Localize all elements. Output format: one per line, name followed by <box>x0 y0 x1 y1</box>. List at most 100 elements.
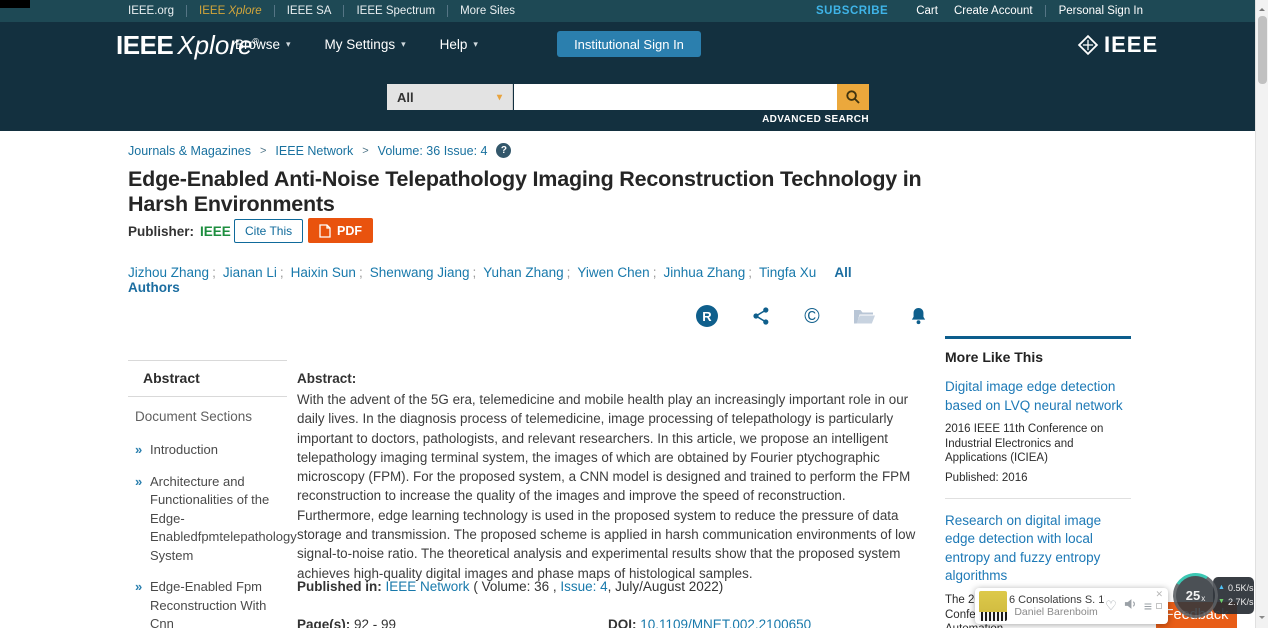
subscribe-link[interactable]: SUBSCRIBE <box>816 5 888 17</box>
link-ieee-sa[interactable]: IEEE SA <box>274 5 344 17</box>
section-link-introduction[interactable]: »Introduction <box>135 441 287 460</box>
upload-speed: 0.5K/s <box>1228 581 1254 595</box>
copyright-icon[interactable]: © <box>804 306 819 327</box>
nav-help[interactable]: Help▾ <box>440 37 478 52</box>
published-in-label: Published in: <box>297 579 382 594</box>
author-separator: ; <box>567 265 571 280</box>
author-link[interactable]: Jinhua Zhang <box>663 265 745 280</box>
author-link[interactable]: Jizhou Zhang <box>128 265 209 280</box>
player-controls: ♡ ≡ <box>1105 597 1152 615</box>
breadcrumb-volume-issue[interactable]: Volume: 36 Issue: 4 <box>378 144 488 158</box>
breadcrumb-separator: > <box>260 145 266 157</box>
search-icon <box>845 89 861 105</box>
page-scrollbar[interactable] <box>1255 0 1268 628</box>
section-link-reconstruction[interactable]: » Edge-Enabled Fpm Reconstruction With Cn… <box>135 578 287 628</box>
cart-link[interactable]: Cart <box>916 5 938 17</box>
progress-ring-value: 25x <box>1176 576 1215 615</box>
author-separator: ; <box>212 265 216 280</box>
search-scope-value: All <box>397 90 414 105</box>
music-player-widget[interactable]: 6 Consolations S. 172 Daniel Barenboim ♡… <box>975 588 1168 624</box>
publisher-label: Publisher: <box>128 224 194 239</box>
speaker-icon[interactable] <box>1124 597 1137 615</box>
section-list: »Introduction »Architecture and Function… <box>135 441 287 628</box>
advanced-search-link[interactable]: ADVANCED SEARCH <box>637 114 869 125</box>
cite-this-button[interactable]: Cite This <box>234 219 303 243</box>
pdf-button[interactable]: PDF <box>308 218 373 243</box>
author-link[interactable]: Yuhan Zhang <box>483 265 563 280</box>
site-links: IEEE.org IEEE Xplore IEEE SA IEEE Spectr… <box>116 0 527 22</box>
share-icon[interactable] <box>751 306 771 326</box>
download-speed: 2.7K/s <box>1228 595 1254 609</box>
institutional-sign-in-button[interactable]: Institutional Sign In <box>557 31 701 57</box>
playlist-icon[interactable]: ≡ <box>1144 598 1152 614</box>
link-ieee-xplore[interactable]: IEEE Xplore <box>186 5 274 17</box>
personal-sign-in-link[interactable]: Personal Sign In <box>1045 5 1143 17</box>
more-like-this-panel: More Like This Digital image edge detect… <box>945 336 1131 628</box>
related-title-link[interactable]: Research on digital image edge detection… <box>945 512 1131 586</box>
ieee-brand-logo[interactable]: IEEE <box>1076 32 1158 58</box>
search-button[interactable] <box>837 84 869 110</box>
album-art <box>979 591 1007 621</box>
search-input[interactable] <box>514 84 837 110</box>
ieee-xplore-document-page: IEEE.org IEEE Xplore IEEE SA IEEE Spectr… <box>0 0 1268 628</box>
scrollbar-down-arrow[interactable] <box>1256 612 1268 622</box>
pages-row: Page(s): 92 - 99 <box>297 617 396 628</box>
link-ieee-org[interactable]: IEEE.org <box>116 5 186 17</box>
close-icon[interactable]: ✕ <box>1155 589 1163 600</box>
corner-notch <box>0 0 30 8</box>
nav-my-settings[interactable]: My Settings▾ <box>325 37 406 52</box>
issue-link[interactable]: Issue: 4 <box>560 579 607 594</box>
chevron-down-icon: ▾ <box>401 39 406 50</box>
alerts-bell-icon[interactable] <box>909 306 928 327</box>
pages-value: 92 - 99 <box>354 617 396 628</box>
related-published: Published: 2016 <box>945 472 1131 484</box>
published-in-row: Published in: IEEE Network ( Volume: 36 … <box>297 579 723 594</box>
tab-abstract[interactable]: Abstract <box>128 360 287 397</box>
chevron-down-icon: ▾ <box>286 39 291 50</box>
popout-icon[interactable] <box>1156 603 1162 609</box>
doi-link[interactable]: 10.1109/MNET.002.2100650 <box>640 617 811 628</box>
breadcrumb-journals[interactable]: Journals & Magazines <box>128 144 251 158</box>
publisher-name[interactable]: IEEE <box>200 224 231 239</box>
author-link[interactable]: Tingfa Xu <box>759 265 816 280</box>
volume-text: ( Volume: 36 , <box>473 579 556 594</box>
nav-browse[interactable]: Browse▾ <box>235 37 291 52</box>
search-scope-dropdown[interactable]: All ▾ <box>387 84 513 110</box>
xplore-italic-text: Xplore <box>228 5 261 17</box>
author-link[interactable]: Jianan Li <box>223 265 277 280</box>
favorite-heart-icon[interactable]: ♡ <box>1105 598 1117 614</box>
section-label: Edge-Enabled Fpm Reconstruction With Cnn <box>150 579 266 628</box>
link-more-sites[interactable]: More Sites <box>447 5 527 17</box>
main-header: IEEEXplore® Browse▾ My Settings▾ Help▾ I… <box>0 22 1268 131</box>
section-label: Introduction <box>150 442 218 457</box>
scrollbar-thumb[interactable] <box>1258 16 1267 84</box>
author-link[interactable]: Yiwen Chen <box>577 265 649 280</box>
folder-icon[interactable] <box>853 307 876 326</box>
reading-list-icon[interactable]: R <box>696 305 718 327</box>
authors-row: Jizhou Zhang;Jianan Li;Haixin Sun;Shenwa… <box>128 265 868 295</box>
abstract-text: With the advent of the 5G era, telemedic… <box>297 390 926 583</box>
breadcrumb: Journals & Magazines > IEEE Network > Vo… <box>128 143 511 158</box>
link-ieee-spectrum[interactable]: IEEE Spectrum <box>343 5 447 17</box>
breadcrumb-ieee-network[interactable]: IEEE Network <box>275 144 353 158</box>
ieee-brand-text: IEEE <box>1104 32 1158 58</box>
chevron-right-icon: » <box>135 578 142 597</box>
author-link[interactable]: Shenwang Jiang <box>370 265 470 280</box>
issue-tail-text: , July/August 2022) <box>608 579 724 594</box>
progress-ring-widget[interactable]: 25x <box>1169 569 1222 622</box>
section-link-architecture[interactable]: »Architecture and Functionalities of the… <box>135 473 287 566</box>
document-sections-label: Document Sections <box>135 409 287 424</box>
doi-label: DOI: <box>608 617 637 628</box>
breadcrumb-separator: > <box>362 145 368 157</box>
account-links: SUBSCRIBE Cart Create Account Personal S… <box>816 0 1143 22</box>
network-speed-widget[interactable]: ▲0.5K/s ▼2.7K/s <box>1213 577 1254 614</box>
help-icon[interactable]: ? <box>496 143 511 158</box>
pages-label: Page(s): <box>297 617 350 628</box>
journal-link[interactable]: IEEE Network <box>386 579 470 594</box>
scrollbar-up-arrow[interactable] <box>1256 3 1268 13</box>
create-account-link[interactable]: Create Account <box>954 5 1033 17</box>
author-link[interactable]: Haixin Sun <box>291 265 356 280</box>
track-info: 6 Consolations S. 172 Daniel Barenboim <box>1007 594 1105 618</box>
related-item: Digital image edge detection based on LV… <box>945 365 1131 498</box>
related-title-link[interactable]: Digital image edge detection based on LV… <box>945 378 1131 415</box>
